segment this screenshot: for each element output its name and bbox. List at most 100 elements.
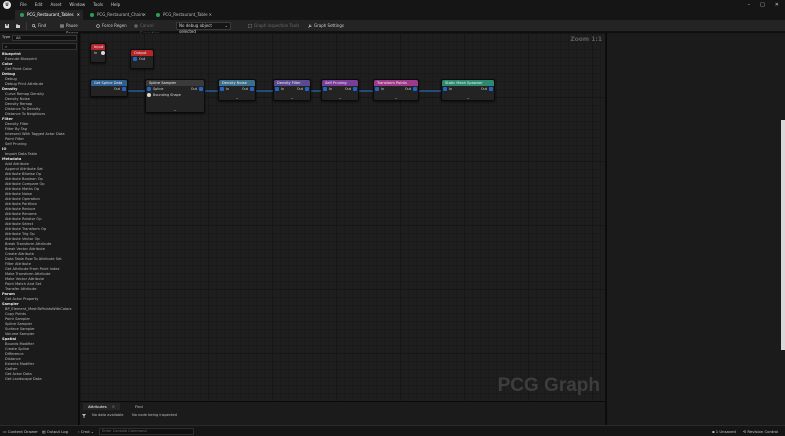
console-command-input[interactable]: Enter Console Command <box>99 428 194 435</box>
graph-inspection-button[interactable]: Graph Inspection Tools <box>248 22 300 30</box>
menu-file[interactable]: File <box>20 2 27 7</box>
tab-pcg-restaurant-table[interactable]: PCG_Restaurant_Table ✕ <box>151 10 215 20</box>
pin-row: Out <box>131 56 153 62</box>
find-button[interactable]: Find <box>32 22 54 30</box>
tab-close-icon[interactable]: ✕ <box>209 10 212 20</box>
pcg-graph-icon <box>156 13 160 17</box>
expand-chevron-icon[interactable]: ⌄ <box>274 95 310 100</box>
expand-chevron-icon[interactable]: ⌄ <box>219 95 255 100</box>
expand-chevron-icon[interactable]: ⌄ <box>374 95 418 100</box>
settings-icon <box>308 24 312 28</box>
out-pin-icon[interactable] <box>305 87 309 91</box>
spline-pin-icon[interactable] <box>147 87 151 91</box>
document-tab-bar: PCG_Restaurant_Tables ✕ PCG_Restaurant_C… <box>0 10 785 20</box>
tab-label: Attributes <box>88 404 107 409</box>
tab-label: PCG_Restaurant_Chairs <box>97 12 144 17</box>
node-input[interactable]: Input In <box>90 43 106 63</box>
tab-close-icon[interactable]: ✕ <box>77 10 80 20</box>
in-pin-icon[interactable] <box>323 87 327 91</box>
graph-toolbar: Find Pause Regen Force Regen Cancel Exec… <box>0 20 785 36</box>
palette-item[interactable]: Get Landscape Data <box>2 377 78 382</box>
unreal-logo-icon[interactable]: U <box>3 1 11 9</box>
content-drawer-label: Content Drawer <box>7 429 38 434</box>
node-self-pruning[interactable]: Self Pruning In Out ⌄ <box>321 79 359 101</box>
output-log-button[interactable]: ▤ Output Log <box>42 428 68 435</box>
minimize-button[interactable]: – <box>748 2 751 8</box>
pin-row: In Out <box>219 86 255 92</box>
close-window-button[interactable]: ✕ <box>775 2 779 8</box>
menu-window[interactable]: Window <box>69 2 85 7</box>
tab-attributes[interactable]: Attributes ✕ <box>83 403 120 410</box>
menu-edit[interactable]: Edit <box>35 2 43 7</box>
expand-chevron-icon[interactable]: ⌄ <box>322 95 358 100</box>
pcg-graph-canvas[interactable]: Zoom 1:1 Input In Output Out Get Spline … <box>80 33 605 401</box>
pin-row: In Out <box>374 86 418 92</box>
data-status-select[interactable]: No data available <box>92 412 124 419</box>
filter-icon[interactable] <box>82 412 86 419</box>
pcg-graph-icon <box>20 13 24 17</box>
menu-asset[interactable]: Asset <box>50 2 61 7</box>
menu-tools[interactable]: Tools <box>93 2 103 7</box>
unsaved-indicator[interactable]: ▪ 1 Unsaved <box>712 428 736 435</box>
tab-close-icon[interactable]: ✕ <box>143 10 146 20</box>
cmd-select[interactable]: › Cmd ⌄ <box>78 428 94 435</box>
pause-regen-button[interactable]: Pause Regen <box>60 22 90 36</box>
revision-control-button[interactable]: ⟲ Revision Control <box>743 428 778 435</box>
in-pin-icon[interactable] <box>443 87 447 91</box>
out-pin-icon[interactable] <box>413 87 417 91</box>
out-pin-icon[interactable] <box>489 87 493 91</box>
node-spline-sampler[interactable]: Spline Sampler Spline Out Bounding Shape… <box>145 79 205 113</box>
pin-label: Out <box>113 87 120 91</box>
out-pin-icon[interactable] <box>122 87 126 91</box>
pin-label: In <box>381 87 385 91</box>
find-label: Find <box>38 23 47 28</box>
content-drawer-button[interactable]: ▭ Content Drawer <box>3 428 38 435</box>
tab-find[interactable]: Find <box>130 403 148 410</box>
type-select-value: All <box>16 36 21 40</box>
inspect-icon <box>248 24 252 28</box>
status-bar: ▭ Content Drawer ▤ Output Log › Cmd ⌄ En… <box>0 425 785 436</box>
tab-label: PCG_Restaurant_Tables <box>27 12 74 17</box>
main-menu: File Edit Asset Window Tools Help <box>20 2 120 7</box>
tab-pcg-restaurant-chairs[interactable]: PCG_Restaurant_Chairs ✕ <box>85 10 149 20</box>
force-regen-button[interactable]: Force Regen <box>96 22 128 30</box>
toolbar-divider <box>26 22 27 30</box>
debug-object-select[interactable]: No debug object selected ⌄ <box>176 22 231 34</box>
browse-button[interactable] <box>14 22 24 30</box>
tab-close-icon[interactable]: ✕ <box>112 404 115 409</box>
unsaved-label: 1 Unsaved <box>715 429 736 434</box>
output-pin-icon[interactable] <box>133 57 137 61</box>
tab-pcg-restaurant-tables[interactable]: PCG_Restaurant_Tables ✕ <box>15 10 83 20</box>
menu-help[interactable]: Help <box>111 2 120 7</box>
node-transform-points[interactable]: Transform Points In Out ⌄ <box>373 79 419 101</box>
search-icon: ⌕ <box>5 44 8 49</box>
console-placeholder: Enter Console Command <box>102 429 147 433</box>
bounding-shape-pin-icon[interactable] <box>147 93 151 97</box>
palette-search-input[interactable]: ⌕ <box>2 43 77 50</box>
in-pin-icon[interactable] <box>275 87 279 91</box>
expand-chevron-icon[interactable]: ⌄ <box>146 107 204 112</box>
maximize-button[interactable]: □ <box>760 2 765 8</box>
save-button[interactable] <box>3 22 11 30</box>
type-select[interactable]: All <box>12 35 77 41</box>
out-pin-icon[interactable] <box>199 87 203 91</box>
pin-label: In <box>94 51 98 55</box>
pin-label: In <box>449 87 453 91</box>
out-pin-icon[interactable] <box>353 87 357 91</box>
in-pin-icon[interactable] <box>375 87 379 91</box>
node-density-filter[interactable]: Density Filter In Out ⌄ <box>273 79 311 101</box>
revision-control-label: Revision Control <box>747 429 779 434</box>
cancel-execution-button[interactable]: Cancel Execution <box>134 22 174 36</box>
node-get-spline-data[interactable]: Get Spline Data Out <box>90 79 128 97</box>
node-static-mesh-spawner[interactable]: Static Mesh Spawner In Out ⌄ <box>441 79 495 101</box>
pin-label: Out <box>296 87 303 91</box>
input-pin-icon[interactable] <box>101 51 105 55</box>
in-pin-icon[interactable] <box>220 87 224 91</box>
out-pin-icon[interactable] <box>250 87 254 91</box>
node-density-noise[interactable]: Density Noise In Out ⌄ <box>218 79 256 101</box>
node-output[interactable]: Output Out <box>130 49 154 69</box>
expand-chevron-icon[interactable]: ⌄ <box>442 95 494 100</box>
graph-settings-button[interactable]: Graph Settings <box>308 22 344 30</box>
folder-icon <box>16 24 20 28</box>
pin-label: Out <box>139 57 146 61</box>
